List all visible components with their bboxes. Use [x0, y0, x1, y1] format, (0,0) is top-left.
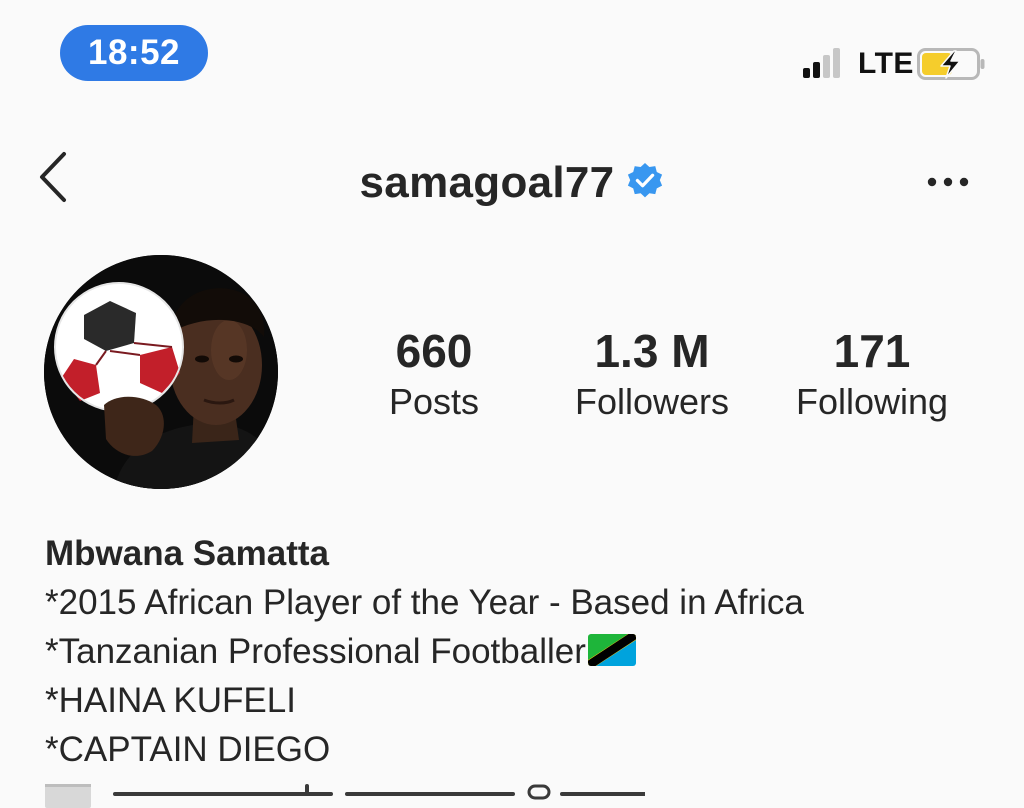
network-type-label: LTE [858, 47, 914, 80]
status-bar: 18:52 LTE [0, 0, 1024, 110]
tanzania-flag-icon [587, 634, 636, 666]
stat-followers[interactable]: 1.3 M Followers [552, 322, 752, 424]
bio-line-2: *Tanzanian Professional Footballer [45, 627, 1005, 676]
stat-following-count: 171 [833, 325, 911, 377]
profile-photo [44, 255, 278, 489]
profile-navbar: samagoal77 [0, 130, 1024, 240]
profile-stats: 660 Posts 1.3 M Followers 171 Following [330, 322, 1010, 432]
username-header: samagoal77 [0, 158, 1024, 208]
status-time[interactable]: 18:52 [60, 25, 208, 81]
stat-posts[interactable]: 660 Posts [364, 322, 504, 424]
stat-posts-label: Posts [388, 381, 480, 422]
bio-line-4: *CAPTAIN DIEGO [45, 730, 331, 769]
bio-line-2-text: *Tanzanian Professional Footballer [45, 632, 586, 671]
more-horizontal-icon[interactable] [926, 172, 970, 192]
bio-line-1: *2015 African Player of the Year - Based… [45, 583, 804, 622]
verified-badge-icon [628, 162, 663, 198]
bio-line-3: *HAINA KUFELI [45, 681, 296, 720]
bio-line-cut-off [45, 778, 645, 808]
profile-bio: Mbwana Samatta *2015 African Player of t… [45, 530, 1005, 774]
stat-followers-label: Followers [574, 381, 730, 422]
stat-following-label: Following [795, 381, 949, 422]
profile-full-name: Mbwana Samatta [45, 534, 329, 573]
signal-strength-icon [803, 48, 851, 78]
cut-off-text-fragment [45, 784, 645, 808]
stat-following[interactable]: 171 Following [774, 322, 970, 424]
stat-posts-count: 660 [395, 325, 473, 377]
battery-charging-icon [917, 48, 985, 80]
username-title: samagoal77 [359, 158, 615, 207]
stat-followers-count: 1.3 M [594, 325, 710, 377]
profile-avatar[interactable] [44, 255, 278, 489]
